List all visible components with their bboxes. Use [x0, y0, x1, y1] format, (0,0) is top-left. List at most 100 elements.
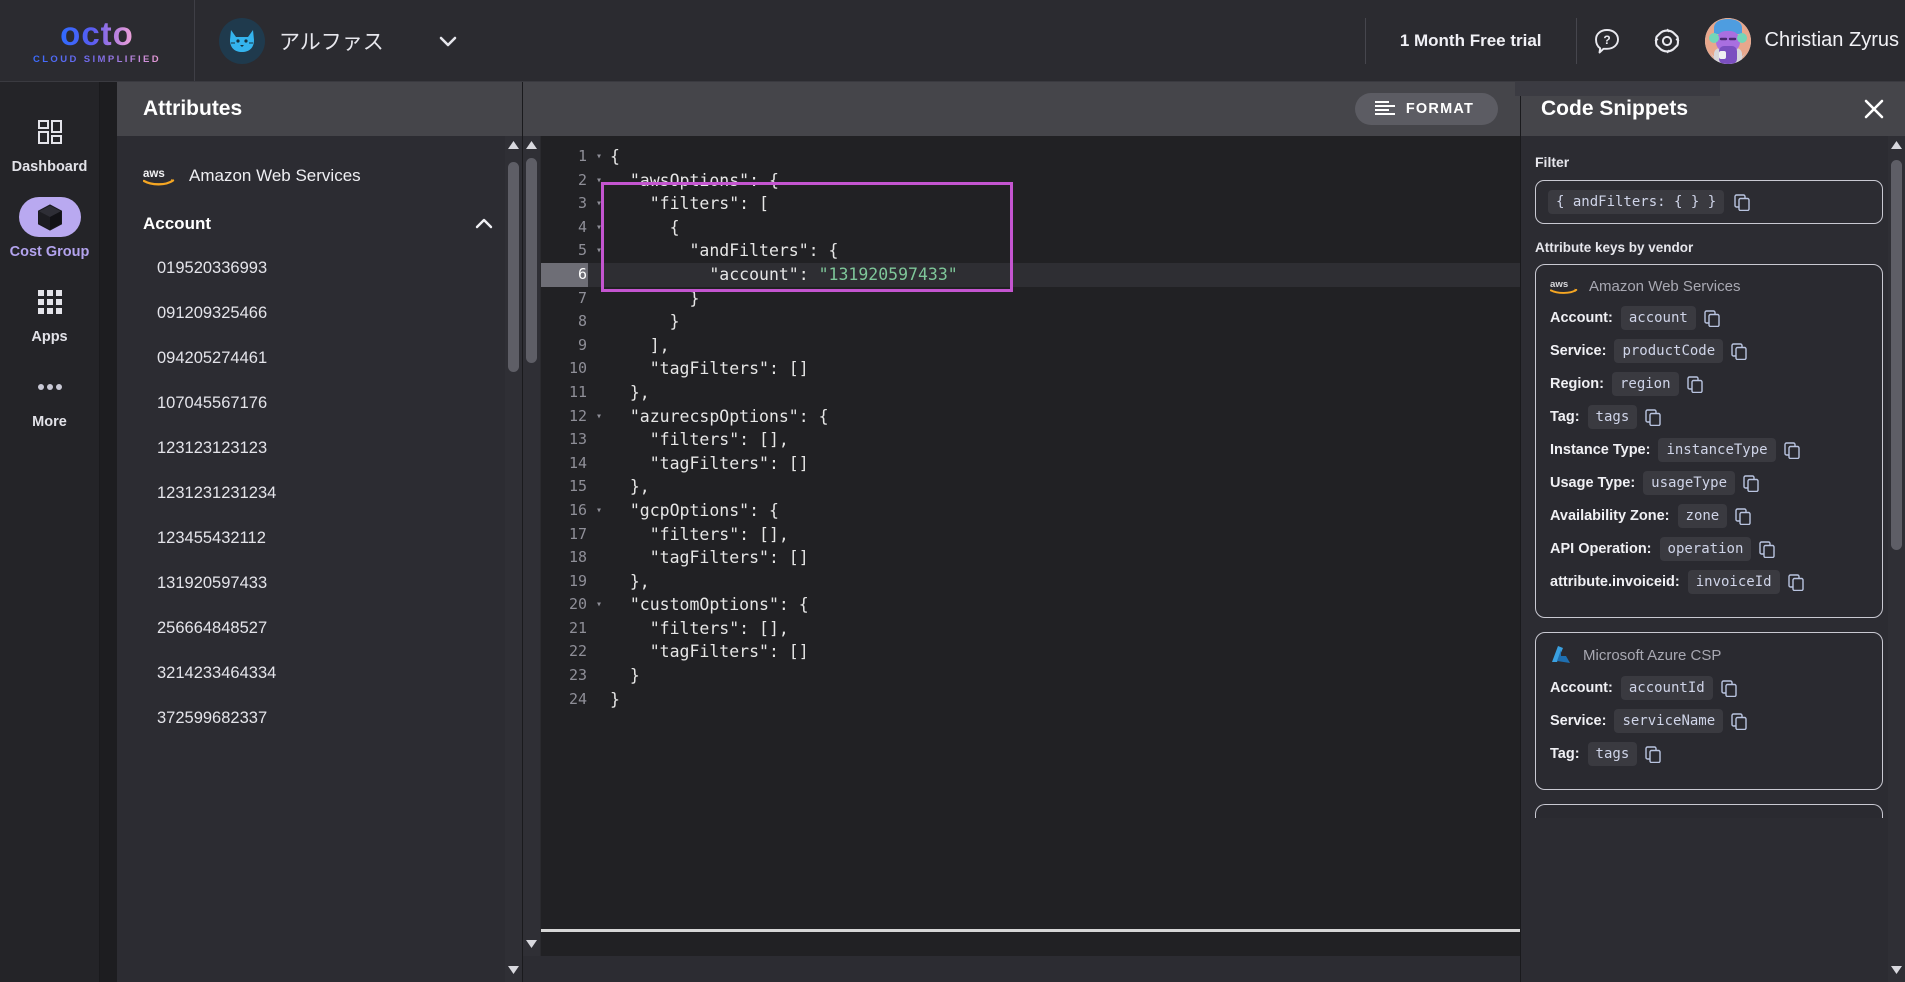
cat-face-icon: [219, 17, 265, 64]
scroll-down-arrow-icon[interactable]: [507, 965, 520, 978]
code-fold-spacer: [588, 475, 610, 499]
attributes-account-item[interactable]: 123123123123: [117, 426, 522, 471]
sidebar-item-more[interactable]: More: [0, 359, 99, 440]
copy-icon[interactable]: [1645, 408, 1662, 426]
scroll-down-arrow-icon[interactable]: [525, 939, 538, 952]
copy-icon[interactable]: [1743, 474, 1760, 492]
code-line[interactable]: 21 "filters": [],: [541, 617, 1520, 641]
code-line[interactable]: 13 "filters": [],: [541, 428, 1520, 452]
sidebar-item-apps[interactable]: Apps: [0, 274, 99, 355]
code-fold-arrow-icon[interactable]: ▾: [588, 239, 610, 263]
filter-snippet-box[interactable]: { andFilters: { } }: [1535, 180, 1883, 224]
code-line[interactable]: 4 ▾ {: [541, 216, 1520, 240]
code-line[interactable]: 5 ▾ "andFilters": {: [541, 239, 1520, 263]
copy-icon[interactable]: [1645, 745, 1662, 763]
attributes-account-item[interactable]: 256664848527: [117, 606, 522, 651]
attributes-account-item[interactable]: 019520336993: [117, 246, 522, 291]
editor-scroll-thumb[interactable]: [526, 158, 537, 363]
attribute-key-label: Service:: [1550, 343, 1607, 359]
code-line[interactable]: 18 "tagFilters": []: [541, 546, 1520, 570]
copy-icon[interactable]: [1734, 193, 1751, 211]
code-line-text: {: [610, 217, 680, 237]
trial-status[interactable]: 1 Month Free trial: [1364, 17, 1577, 64]
code-line[interactable]: 6 "account": "131920597433": [541, 262, 1520, 287]
attributes-account-item[interactable]: 372599682337: [117, 696, 522, 741]
attributes-account-item[interactable]: 091209325466: [117, 291, 522, 336]
attributes-account-item[interactable]: 3214233464334: [117, 651, 522, 696]
code-line[interactable]: 12 ▾ "azurecspOptions": {: [541, 405, 1520, 429]
attributes-account-item[interactable]: 107045567176: [117, 381, 522, 426]
copy-icon[interactable]: [1721, 679, 1738, 697]
copy-icon[interactable]: [1731, 342, 1748, 360]
attributes-scrollbar[interactable]: [505, 136, 522, 982]
svg-text:aws: aws: [143, 168, 165, 180]
editor-vertical-scrollbar[interactable]: [523, 136, 540, 956]
code-line[interactable]: 23 }: [541, 664, 1520, 688]
copy-icon[interactable]: [1686, 375, 1704, 393]
attributes-account-item[interactable]: 123455432112: [117, 516, 522, 561]
code-fold-arrow-icon[interactable]: ▾: [588, 593, 610, 617]
attribute-key-row: Instance Type: instanceType: [1550, 438, 1868, 462]
attribute-key-label: Usage Type:: [1550, 475, 1636, 491]
code-line[interactable]: 15 },: [541, 475, 1520, 499]
code-line[interactable]: 24}: [541, 688, 1520, 712]
code-fold-spacer: [588, 381, 610, 405]
scroll-down-arrow-icon[interactable]: [1890, 965, 1903, 978]
attributes-vendor-row[interactable]: aws Amazon Web Services: [117, 154, 522, 204]
code-editor-content[interactable]: 1 ▾{2 ▾ "awsOptions": {3 ▾ "filters": [4 ▾ {…: [540, 136, 1520, 956]
copy-icon[interactable]: [1787, 573, 1805, 591]
code-line[interactable]: 9 ],: [541, 334, 1520, 358]
gear-icon[interactable]: [1650, 24, 1684, 58]
org-switcher[interactable]: アルファス: [195, 0, 484, 81]
sidebar-item-cost-group[interactable]: Cost Group: [0, 189, 99, 270]
code-line[interactable]: 7 }: [541, 287, 1520, 311]
attributes-header: Attributes: [117, 82, 522, 136]
copy-icon[interactable]: [1783, 441, 1801, 459]
scroll-up-arrow-icon[interactable]: [525, 140, 538, 153]
help-question-icon[interactable]: ?: [1590, 24, 1624, 58]
attributes-scroll-thumb[interactable]: [508, 162, 519, 372]
copy-icon[interactable]: [1735, 507, 1752, 525]
code-snippets-scroll-thumb[interactable]: [1891, 160, 1902, 550]
attributes-account-item[interactable]: 094205274461: [117, 336, 522, 381]
code-line[interactable]: 10 "tagFilters": []: [541, 357, 1520, 381]
attributes-account-item[interactable]: 1231231231234: [117, 471, 522, 516]
code-line[interactable]: 17 "filters": [],: [541, 523, 1520, 547]
scroll-up-arrow-icon[interactable]: [507, 140, 520, 153]
ellipsis-icon: [19, 367, 81, 407]
copy-icon[interactable]: [1731, 712, 1748, 730]
code-line-number: 22: [568, 642, 587, 661]
code-line[interactable]: 3 ▾ "filters": [: [541, 192, 1520, 216]
attributes-account-item[interactable]: 131920597433: [117, 561, 522, 606]
code-line[interactable]: 19 },: [541, 570, 1520, 594]
chevron-up-icon[interactable]: [474, 218, 494, 230]
user-menu[interactable]: Christian Zyrus: [1704, 17, 1905, 64]
code-line[interactable]: 11 },: [541, 381, 1520, 405]
azure-logo-icon: [1550, 645, 1572, 665]
code-line[interactable]: 2 ▾ "awsOptions": {: [541, 169, 1520, 193]
app-logo[interactable]: octo CLOUD SIMPLIFIED: [0, 0, 195, 81]
code-line[interactable]: 1 ▾{: [541, 145, 1520, 169]
svg-text:aws: aws: [1550, 279, 1568, 290]
vendor-card-partial[interactable]: [1535, 804, 1883, 818]
code-fold-arrow-icon[interactable]: ▾: [588, 216, 610, 240]
format-button[interactable]: FORMAT: [1354, 93, 1498, 125]
scroll-up-arrow-icon[interactable]: [1890, 140, 1903, 153]
close-icon[interactable]: [1861, 96, 1887, 122]
code-line[interactable]: 16 ▾ "gcpOptions": {: [541, 499, 1520, 523]
attributes-group-account[interactable]: Account: [117, 204, 522, 246]
copy-icon[interactable]: [1759, 540, 1776, 558]
copy-icon[interactable]: [1704, 309, 1721, 327]
code-line[interactable]: 20 ▾ "customOptions": {: [541, 593, 1520, 617]
chevron-down-icon[interactable]: [438, 31, 458, 51]
code-snippets-scrollbar[interactable]: [1888, 136, 1905, 982]
code-line[interactable]: 14 "tagFilters": []: [541, 452, 1520, 476]
code-line[interactable]: 22 "tagFilters": []: [541, 640, 1520, 664]
code-line[interactable]: 8 }: [541, 310, 1520, 334]
sidebar-item-dashboard[interactable]: Dashboard: [0, 104, 99, 185]
code-fold-arrow-icon[interactable]: ▾: [588, 192, 610, 216]
code-fold-arrow-icon[interactable]: ▾: [588, 405, 610, 429]
code-fold-arrow-icon[interactable]: ▾: [588, 145, 610, 169]
code-fold-arrow-icon[interactable]: ▾: [588, 169, 610, 193]
code-fold-arrow-icon[interactable]: ▾: [588, 499, 610, 523]
